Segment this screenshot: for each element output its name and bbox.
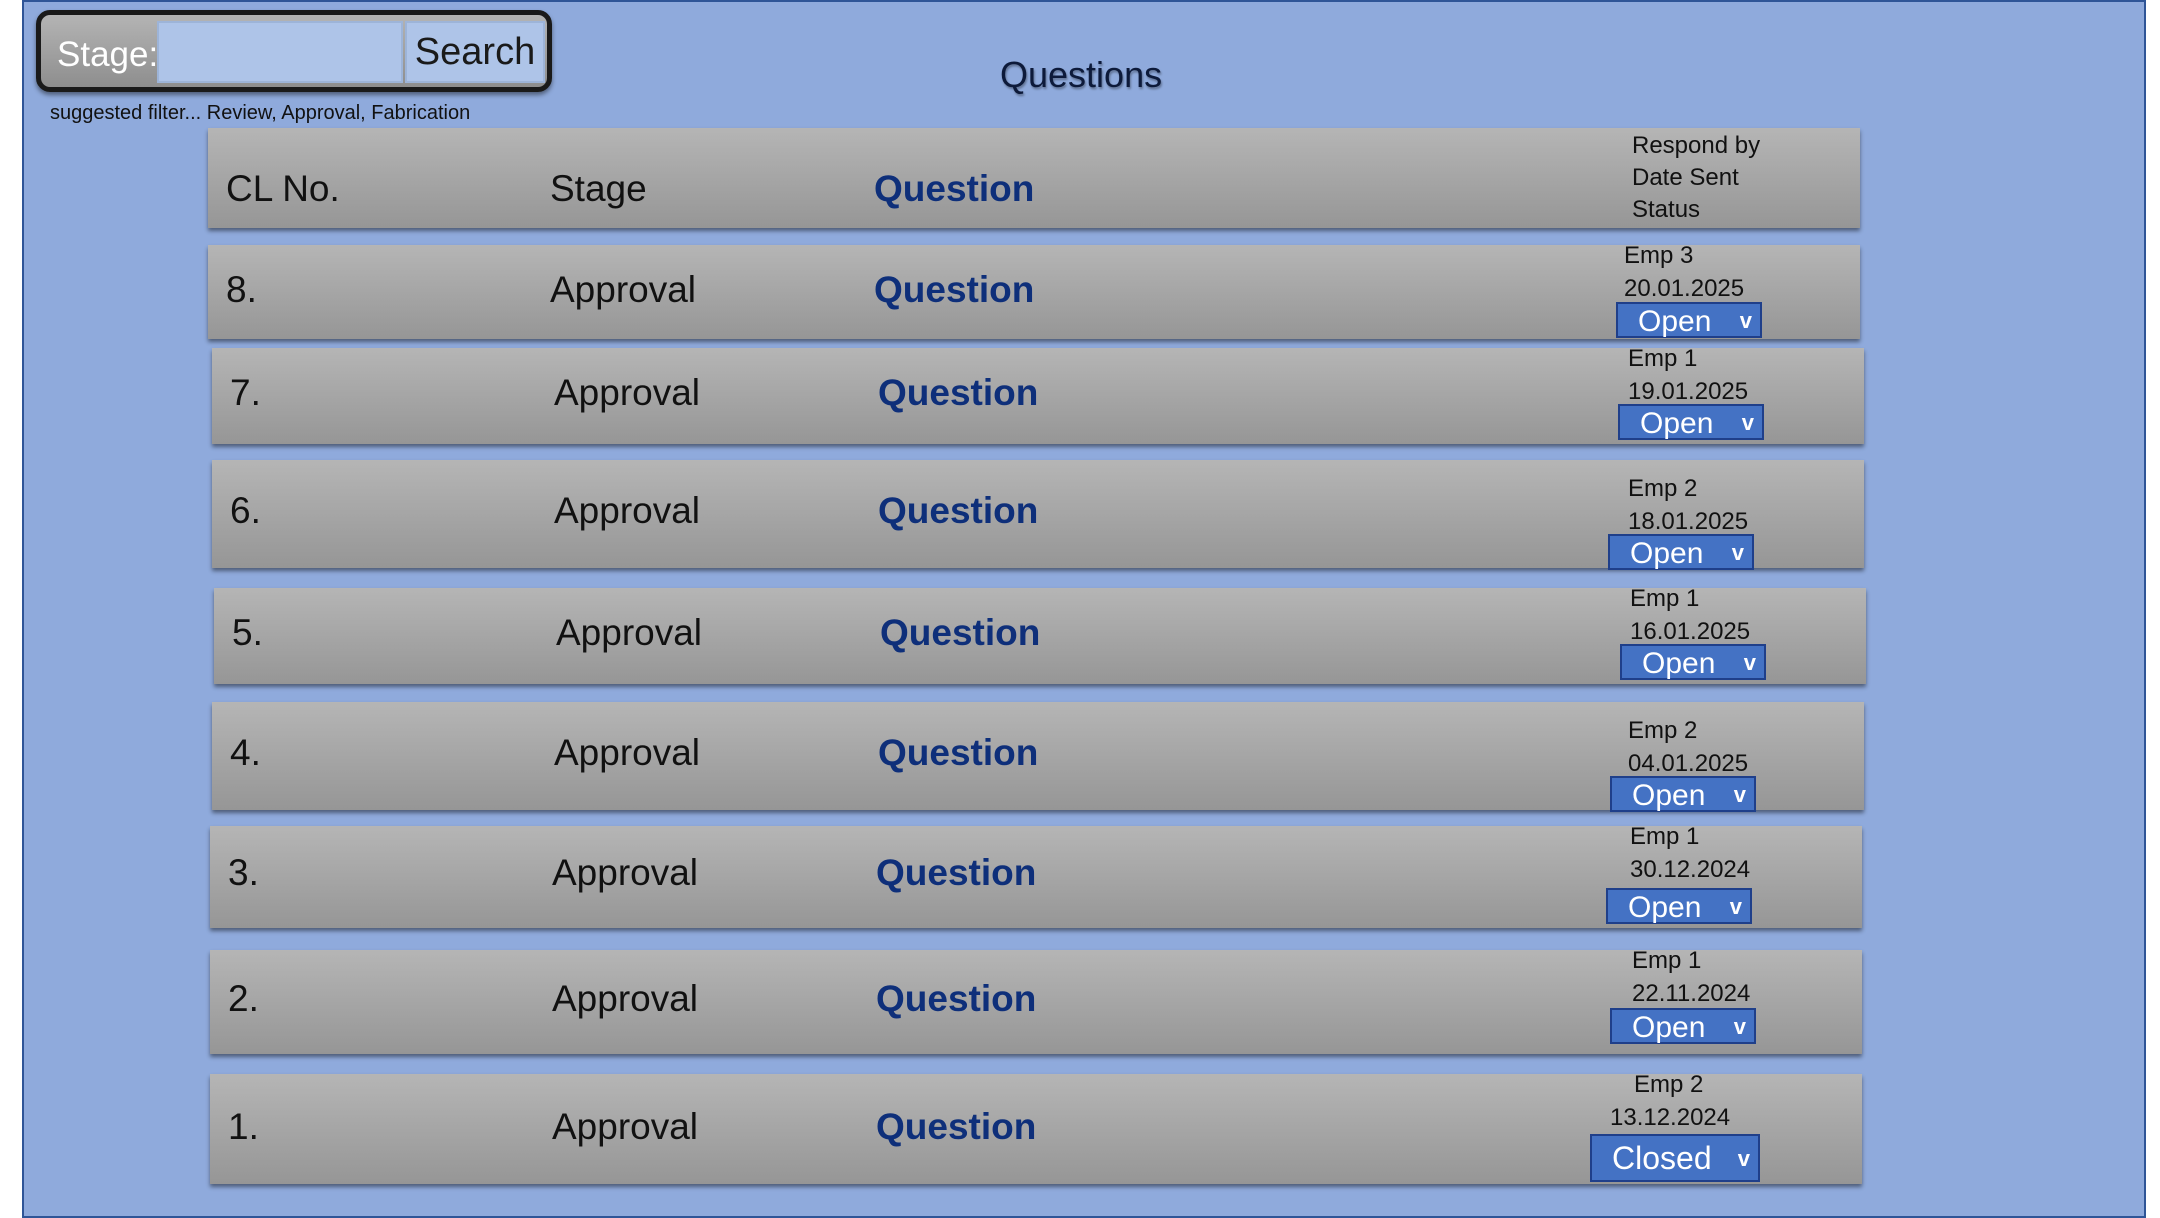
row-respond-by: Emp 1 [1628,345,1698,372]
row-respond-by: Emp 3 [1624,242,1694,269]
row-date-sent: 22.11.2024 [1632,980,1751,1007]
row-respond-by: Emp 2 [1628,475,1698,502]
status-dropdown[interactable]: Open v [1610,776,1756,812]
row-stage: Approval [550,269,697,310]
chevron-down-icon: v [1741,410,1754,435]
chevron-down-icon: v [1733,782,1746,807]
row-question-link[interactable]: Question [878,490,1038,532]
chevron-down-icon: v [1731,540,1744,565]
header-respond-by: Respond by [1632,132,1761,159]
status-dropdown[interactable]: Open v [1620,644,1766,680]
chevron-down-icon: v [1729,894,1742,919]
table-row: 4. Approval Question Emp 2 04.01.2025 Op… [212,702,1864,812]
row-cl-no: 2. [228,978,259,1019]
table-row: 3. Approval Question Emp 1 30.12.2024 Op… [210,823,1862,928]
status-dropdown[interactable]: Open v [1610,1008,1756,1044]
status-dropdown[interactable]: Open v [1616,302,1762,338]
row-question-link[interactable]: Question [876,852,1036,894]
chevron-down-icon: v [1733,1014,1746,1039]
row-date-sent: 20.01.2025 [1624,275,1745,302]
filter-hint: suggested filter... Review, Approval, Fa… [50,102,471,124]
row-meta: Emp 2 18.01.2025 [1628,472,1748,538]
row-cl-no: 4. [230,732,261,773]
status-value: Open [1632,1011,1706,1045]
chevron-down-icon: v [1739,308,1752,333]
row-stage: Approval [556,612,703,653]
status-value: Open [1628,891,1702,925]
row-cl-no: 1. [228,1106,259,1147]
row-respond-by: Emp 1 [1630,585,1700,612]
row-cl-no: 7. [230,372,261,413]
chevron-down-icon: v [1743,650,1756,675]
row-cl-no: 5. [232,612,263,653]
row-meta: Emp 1 19.01.2025 [1628,342,1748,408]
row-stage: Approval [552,852,699,893]
table-row: 1. Approval Question Emp 2 13.12.2024 Cl… [210,1071,1862,1184]
status-dropdown[interactable]: Open v [1608,534,1754,570]
row-stage: Approval [554,372,701,413]
row-meta: Emp 2 13.12.2024 [1610,1068,1730,1134]
header-question[interactable]: Question [874,168,1034,210]
status-dropdown[interactable]: Closed v [1590,1134,1760,1182]
status-dropdown[interactable]: Open v [1606,888,1752,924]
row-respond-by: Emp 1 [1630,823,1700,850]
row-stage: Approval [554,490,701,531]
row-respond-by: Emp 2 [1634,1071,1704,1098]
row-cl-no: 3. [228,852,259,893]
row-meta: Emp 1 16.01.2025 [1630,582,1750,648]
table-row: 6. Approval Question Emp 2 18.01.2025 Op… [212,460,1864,570]
status-value: Open [1632,779,1706,813]
row-meta: Emp 2 04.01.2025 [1628,714,1748,780]
table-header: CL No. Stage Question Respond by Date Se… [208,128,1860,228]
status-dropdown[interactable]: Open v [1618,404,1764,440]
table-row: 2. Approval Question Emp 1 22.11.2024 Op… [210,947,1862,1054]
header-meta-columns: Respond by Date Sent Status [1632,130,1760,226]
header-date-sent: Date Sent [1632,164,1739,191]
row-cl-no: 6. [230,490,261,531]
row-question-link[interactable]: Question [874,269,1034,311]
row-question-link[interactable]: Question [878,732,1038,774]
row-date-sent: 30.12.2024 [1630,856,1751,883]
status-value: Open [1642,647,1716,681]
row-cl-no: 8. [226,269,257,310]
stage-label: Stage: [57,35,159,74]
row-question-link[interactable]: Question [876,978,1036,1020]
row-stage: Approval [554,732,701,773]
row-respond-by: Emp 1 [1632,947,1702,974]
table-row: 8. Approval Question Emp 3 20.01.2025 Op… [208,242,1860,339]
row-meta: Emp 1 22.11.2024 [1632,944,1750,1010]
row-respond-by: Emp 2 [1628,717,1698,744]
header-cl-no: CL No. [226,168,340,209]
stage-search-input[interactable] [157,21,403,83]
row-date-sent: 13.12.2024 [1610,1104,1731,1131]
search-button[interactable]: Search [405,21,545,83]
chevron-down-icon: v [1737,1146,1750,1171]
row-meta: Emp 1 30.12.2024 [1630,820,1750,886]
status-value: Closed [1612,1140,1712,1177]
status-value: Open [1638,305,1712,339]
row-question-link[interactable]: Question [880,612,1040,654]
row-question-link[interactable]: Question [878,372,1038,414]
status-value: Open [1630,537,1704,571]
header-stage: Stage [550,168,647,209]
row-meta: Emp 3 20.01.2025 [1624,239,1744,305]
stage-search-box: Stage: Search [36,10,552,92]
table-row: 5. Approval Question Emp 1 16.01.2025 Op… [214,585,1866,684]
row-stage: Approval [552,978,699,1019]
status-value: Open [1640,407,1714,441]
table-row: 7. Approval Question Emp 1 19.01.2025 Op… [212,345,1864,444]
header-status: Status [1632,196,1701,223]
page-title: Questions [1000,54,1163,95]
row-question-link[interactable]: Question [876,1106,1036,1148]
row-stage: Approval [552,1106,699,1147]
